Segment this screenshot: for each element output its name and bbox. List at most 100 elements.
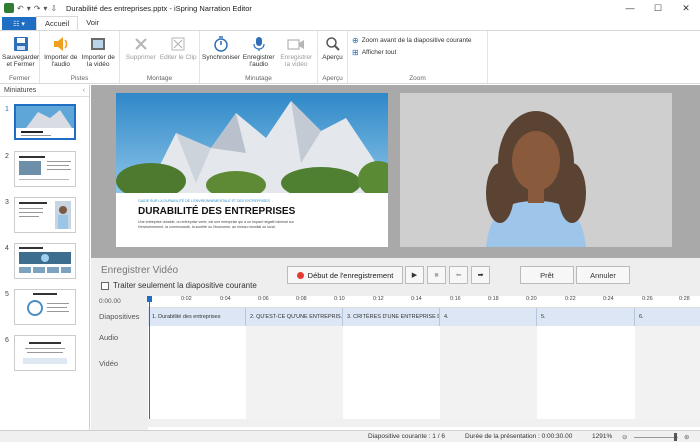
- tick-label: 0:02: [181, 296, 192, 302]
- thumbnail-slide-3[interactable]: 3: [0, 197, 90, 235]
- customize-icon[interactable]: ⇩: [50, 4, 57, 13]
- tab-home[interactable]: Accueil: [36, 16, 79, 30]
- only-current-slide-checkbox[interactable]: Traiter seulement la diapositive courant…: [101, 281, 257, 290]
- group-label: Montage: [146, 75, 173, 82]
- time-ruler[interactable]: 0:02 0:04 0:06 0:08 0:10 0:12 0:14 0:16 …: [148, 296, 700, 308]
- tick-label: 0:20: [526, 296, 537, 302]
- tick-label: 0:08: [296, 296, 307, 302]
- presentation-duration: Durée de la présentation : 0:00:30.00: [465, 433, 573, 440]
- status-bar: Diapositive courante : 1 / 6 Durée de la…: [0, 430, 700, 442]
- zoom-in-small-icon[interactable]: ⊕: [684, 433, 689, 441]
- tick-label: 0:12: [373, 296, 384, 302]
- slide-segment-5[interactable]: 5.: [537, 308, 635, 326]
- zoom-out-icon[interactable]: ⊖: [622, 433, 627, 441]
- film-icon: [87, 34, 109, 54]
- window-title: Durabilité des entreprises.pptx - iSprin…: [66, 3, 252, 13]
- zoom-slider[interactable]: [634, 437, 678, 438]
- next-slide-button[interactable]: ➡: [471, 266, 490, 284]
- start-recording-button[interactable]: Début de l'enregistrement: [287, 266, 403, 284]
- zoom-in-icon: ⊕: [352, 36, 359, 45]
- audio-video-tracks[interactable]: [148, 326, 700, 419]
- tick-label: 0:10: [334, 296, 345, 302]
- slide-segment-4[interactable]: 4.: [440, 308, 537, 326]
- slide-title: DURABILITÉ DES ENTREPRISES: [138, 206, 296, 217]
- microphone-icon: [248, 34, 270, 54]
- thumbnail-slide-1[interactable]: 1: [0, 104, 90, 142]
- stop-button[interactable]: ■: [427, 266, 446, 284]
- stopwatch-icon: [210, 34, 232, 54]
- record-dot-icon: [296, 271, 304, 279]
- recording-controls: Enregistrer Vidéo Traiter seulement la d…: [91, 258, 700, 296]
- slide-thumbnail: [14, 197, 76, 233]
- ok-button[interactable]: Prêt: [520, 266, 574, 284]
- slide-thumbnail: [14, 104, 76, 140]
- track-label-audio: Audio: [99, 333, 119, 342]
- magnifier-icon: [322, 34, 344, 54]
- close-button[interactable]: ✕: [672, 3, 700, 14]
- playhead[interactable]: [149, 296, 150, 419]
- fit-all-icon: ⊞: [352, 48, 359, 57]
- slide-segment-1[interactable]: 1. Durabilité des entreprises: [148, 308, 246, 326]
- group-label: Minutage: [245, 75, 272, 82]
- show-all-button[interactable]: ⊞ Afficher tout: [352, 48, 472, 57]
- thumbnail-slide-2[interactable]: 2: [0, 151, 90, 189]
- collapse-icon[interactable]: ‹: [83, 85, 85, 96]
- zoom-slider-thumb[interactable]: [674, 433, 677, 441]
- group-preview: Aperçu Aperçu: [318, 31, 348, 83]
- maximize-button[interactable]: ☐: [644, 3, 672, 14]
- tab-view[interactable]: Voir: [78, 16, 107, 30]
- tick-label: 0:28: [679, 296, 690, 302]
- preview-area: GUIDE SUR LA DURABILITÉ DE L'ENVIRONNEME…: [91, 85, 700, 258]
- checkbox-box[interactable]: [101, 281, 109, 290]
- save-close-button[interactable]: Sauvegarder et Fermer: [2, 34, 39, 68]
- redo-icon[interactable]: ↷: [34, 4, 41, 13]
- tick-label: 0:22: [565, 296, 576, 302]
- zoom-level: 1291%: [592, 433, 613, 440]
- slide-segment-3[interactable]: 3. CRITÈRES D'UNE ENTREPRISE D...: [343, 308, 440, 326]
- slide-preview: GUIDE SUR LA DURABILITÉ DE L'ENVIRONNEME…: [116, 93, 388, 247]
- slide-thumbnail: [14, 335, 76, 371]
- preview-button[interactable]: Aperçu: [320, 34, 345, 61]
- timeline: 0:00.00 Diapositives Audio Vidéo 0:02 0:…: [91, 296, 700, 430]
- ribbon-tabs: ☷ ▾ Accueil Voir: [0, 16, 700, 30]
- previous-slide-button[interactable]: ⬅: [449, 266, 468, 284]
- tick-label: 0:18: [488, 296, 499, 302]
- track-column: [635, 326, 700, 419]
- slide-subtitle: GUIDE SUR LA DURABILITÉ DE L'ENVIRONNEME…: [138, 199, 270, 203]
- current-time: 0:00.00: [99, 298, 121, 305]
- slide-thumbnail: [14, 289, 76, 325]
- import-audio-button[interactable]: Importer de l'audio: [42, 34, 80, 68]
- tick-label: 0:16: [450, 296, 461, 302]
- thumbnail-slide-5[interactable]: 5: [0, 289, 90, 327]
- thumbnails-header: Miniatures: [4, 87, 37, 94]
- quick-access-toolbar: ↶ ▾ ↷ ▾ ⇩: [0, 3, 66, 13]
- slide-thumbnail: [14, 151, 76, 187]
- group-label: Aperçu: [322, 75, 343, 82]
- edit-clip-button[interactable]: Editer le Clip: [160, 34, 198, 61]
- track-label-slides: Diapositives: [99, 312, 140, 321]
- record-video-button[interactable]: Enregistrer la vidéo: [277, 34, 315, 68]
- slide-segment-6[interactable]: 6.: [635, 308, 700, 326]
- horizontal-scrollbar[interactable]: [148, 419, 700, 427]
- minimize-button[interactable]: —: [616, 3, 644, 14]
- slide-segment-2[interactable]: 2. QU'EST-CE QU'UNE ENTREPRIS...: [246, 308, 343, 326]
- ribbon: Sauvegarder et Fermer Fermer Importer de…: [0, 30, 700, 84]
- record-audio-button[interactable]: Enregistrer l'audio: [240, 34, 278, 68]
- file-menu-button[interactable]: ☷ ▾: [2, 17, 36, 30]
- tick-label: 0:24: [603, 296, 614, 302]
- thumbnail-slide-4[interactable]: 4: [0, 243, 90, 281]
- zoom-current-slide-button[interactable]: ⊕ Zoom avant de la diapositive courante: [352, 36, 472, 45]
- sync-button[interactable]: Synchroniser: [202, 34, 240, 61]
- dropdown-icon[interactable]: ▾: [43, 4, 47, 13]
- delete-button[interactable]: Supprimer: [122, 34, 160, 61]
- cancel-button[interactable]: Annuler: [576, 266, 630, 284]
- import-video-button[interactable]: Importer de la vidéo: [80, 34, 118, 68]
- thumbnail-slide-6[interactable]: 6: [0, 335, 90, 373]
- play-button[interactable]: ▶: [405, 266, 424, 284]
- undo-icon[interactable]: ↶: [17, 4, 24, 13]
- slides-track: 1. Durabilité des entreprises 2. QU'EST-…: [148, 308, 700, 326]
- group-label: Fermer: [9, 75, 30, 82]
- dropdown-icon[interactable]: ▾: [27, 4, 31, 13]
- app-logo-icon: [4, 3, 14, 13]
- speaker-icon: [50, 34, 72, 54]
